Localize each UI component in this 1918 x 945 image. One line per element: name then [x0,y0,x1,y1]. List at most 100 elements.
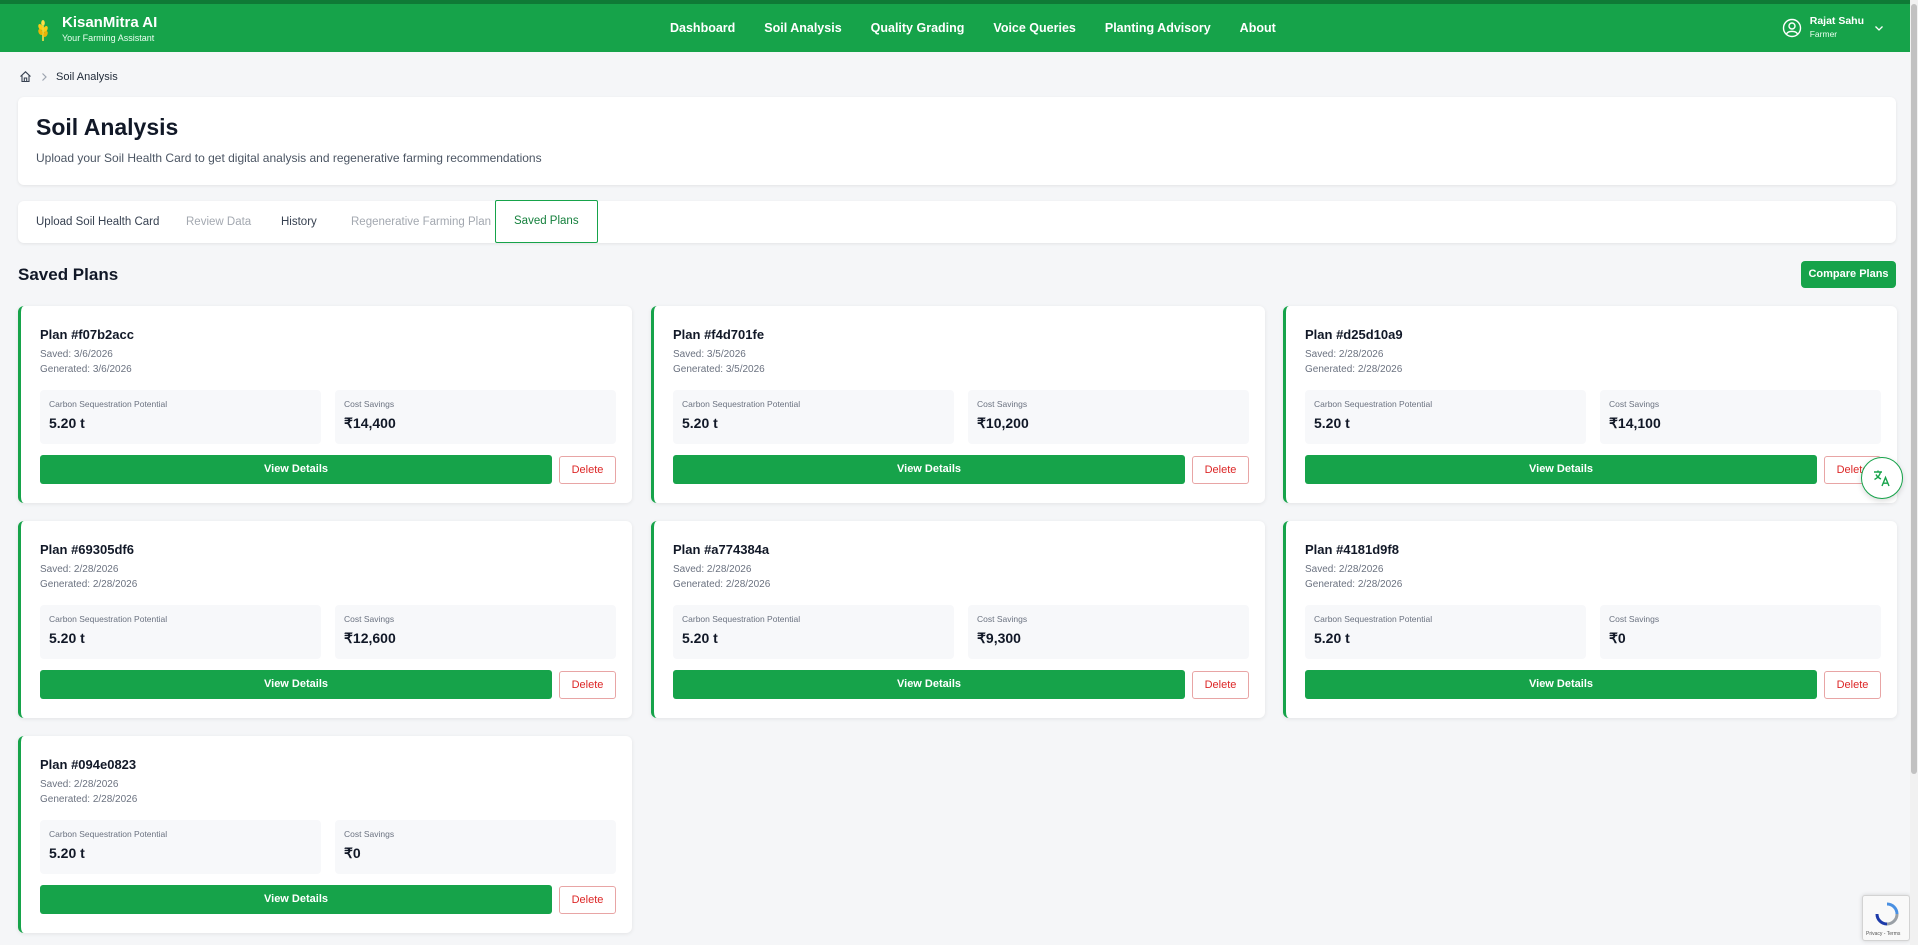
brand-tagline: Your Farming Assistant [62,33,155,43]
cost-label: Cost Savings [977,399,1028,409]
brand[interactable]: KisanMitra AI Your Farming Assistant [34,14,157,44]
compare-plans-button[interactable]: Compare Plans [1801,261,1896,288]
cost-metric: Cost Savings ₹14,400 [335,390,616,444]
carbon-metric: Carbon Sequestration Potential 5.20 t [40,820,321,874]
cost-label: Cost Savings [344,614,395,624]
cost-metric: Cost Savings ₹10,200 [968,390,1249,444]
page-subtitle: Upload your Soil Health Card to get digi… [36,151,542,165]
carbon-label: Carbon Sequestration Potential [49,614,168,624]
user-role: Farmer [1809,29,1838,39]
tab-upload-soil-health-card[interactable]: Upload Soil Health Card [36,201,159,243]
carbon-label: Carbon Sequestration Potential [682,614,801,624]
view-details-button[interactable]: View Details [673,455,1185,484]
cost-label: Cost Savings [1609,399,1660,409]
page-header-card: Soil Analysis Upload your Soil Health Ca… [18,97,1896,185]
carbon-value: 5.20 t [1314,415,1350,431]
carbon-label: Carbon Sequestration Potential [49,829,168,839]
breadcrumb-current: Soil Analysis [56,70,118,83]
cost-metric: Cost Savings ₹0 [335,820,616,874]
translate-icon [1874,470,1890,487]
cost-metric: Cost Savings ₹9,300 [968,605,1249,659]
nav-quality-grading[interactable]: Quality Grading [871,21,965,35]
plan-title: Plan #69305df6 [40,542,134,557]
plan-card: Plan #f4d701fe Saved: 3/5/2026 Generated… [651,306,1265,503]
plan-card: Plan #a774384a Saved: 2/28/2026 Generate… [651,521,1265,718]
plan-generated-date: Generated: 3/5/2026 [673,364,765,375]
plan-generated-date: Generated: 2/28/2026 [40,579,138,590]
plan-card: Plan #d25d10a9 Saved: 2/28/2026 Generate… [1283,306,1897,503]
cost-metric: Cost Savings ₹12,600 [335,605,616,659]
carbon-metric: Carbon Sequestration Potential 5.20 t [673,605,954,659]
tab-history[interactable]: History [281,201,317,243]
cost-value: ₹0 [1609,630,1626,646]
tab-regenerative-farming-plan: Regenerative Farming Plan [351,216,491,228]
carbon-value: 5.20 t [1314,630,1350,646]
home-icon[interactable] [19,70,32,83]
carbon-label: Carbon Sequestration Potential [682,399,801,409]
carbon-label: Carbon Sequestration Potential [49,399,168,409]
page-title: Soil Analysis [36,114,179,140]
delete-button[interactable]: Delete [1824,671,1881,699]
plan-card: Plan #094e0823 Saved: 2/28/2026 Generate… [18,736,632,933]
wheat-logo-icon [38,20,48,41]
cost-metric: Cost Savings ₹0 [1600,605,1881,659]
nav-dashboard[interactable]: Dashboard [670,21,735,35]
nav-soil-analysis[interactable]: Soil Analysis [764,21,841,35]
top-navbar: KisanMitra AI Your Farming Assistant Das… [0,0,1918,52]
carbon-label: Carbon Sequestration Potential [1314,614,1433,624]
view-details-button[interactable]: View Details [1305,670,1817,699]
scrollbar-thumb[interactable] [1911,4,1917,774]
page-scrollbar[interactable] [1910,0,1918,945]
plan-title: Plan #f07b2acc [40,327,134,342]
cost-metric: Cost Savings ₹14,100 [1600,390,1881,444]
translate-button[interactable] [1861,457,1903,499]
recaptcha-icon [1875,902,1899,926]
plan-saved-date: Saved: 2/28/2026 [673,564,752,575]
delete-button[interactable]: Delete [559,671,616,699]
main-nav: Dashboard Soil Analysis Quality Grading … [670,4,1305,52]
view-details-button[interactable]: View Details [1305,455,1817,484]
cost-label: Cost Savings [977,614,1028,624]
cost-value: ₹10,200 [977,415,1029,431]
view-details-button[interactable]: View Details [40,885,552,914]
nav-planting-advisory[interactable]: Planting Advisory [1105,21,1211,35]
breadcrumb: Soil Analysis [19,70,118,83]
tab-bar: Upload Soil Health Card Review Data Hist… [18,200,1896,243]
nav-about[interactable]: About [1240,21,1276,35]
carbon-value: 5.20 t [49,415,85,431]
view-details-button[interactable]: View Details [673,670,1185,699]
brand-name: KisanMitra AI [62,14,158,31]
tab-saved-plans[interactable]: Saved Plans [495,200,598,243]
carbon-value: 5.20 t [682,630,718,646]
view-details-button[interactable]: View Details [40,455,552,484]
cost-value: ₹0 [344,845,361,861]
section-title: Saved Plans [18,265,119,284]
view-details-button[interactable]: View Details [40,670,552,699]
recaptcha-links[interactable]: Privacy - Terms [1866,931,1900,937]
delete-button[interactable]: Delete [1192,456,1249,484]
plan-card: Plan #f07b2acc Saved: 3/6/2026 Generated… [18,306,632,503]
carbon-value: 5.20 t [682,415,718,431]
cost-value: ₹12,600 [344,630,396,646]
plan-saved-date: Saved: 3/6/2026 [40,349,113,360]
carbon-value: 5.20 t [49,630,85,646]
cost-label: Cost Savings [344,399,395,409]
cost-value: ₹14,400 [344,415,396,431]
user-menu[interactable]: Rajat Sahu Farmer [1782,15,1884,40]
cost-label: Cost Savings [344,829,395,839]
recaptcha-badge[interactable]: Privacy - Terms [1862,895,1910,941]
plan-saved-date: Saved: 2/28/2026 [1305,564,1384,575]
delete-button[interactable]: Delete [559,886,616,914]
plan-generated-date: Generated: 2/28/2026 [673,579,771,590]
user-avatar-icon [1782,18,1801,37]
carbon-value: 5.20 t [49,845,85,861]
tab-review-data: Review Data [186,216,252,228]
plan-title: Plan #094e0823 [40,757,137,772]
carbon-metric: Carbon Sequestration Potential 5.20 t [1305,390,1586,444]
nav-voice-queries[interactable]: Voice Queries [993,21,1075,35]
delete-button[interactable]: Delete [559,456,616,484]
chevron-right-icon [42,72,47,81]
chevron-down-icon [1875,25,1883,31]
carbon-label: Carbon Sequestration Potential [1314,399,1433,409]
delete-button[interactable]: Delete [1192,671,1249,699]
